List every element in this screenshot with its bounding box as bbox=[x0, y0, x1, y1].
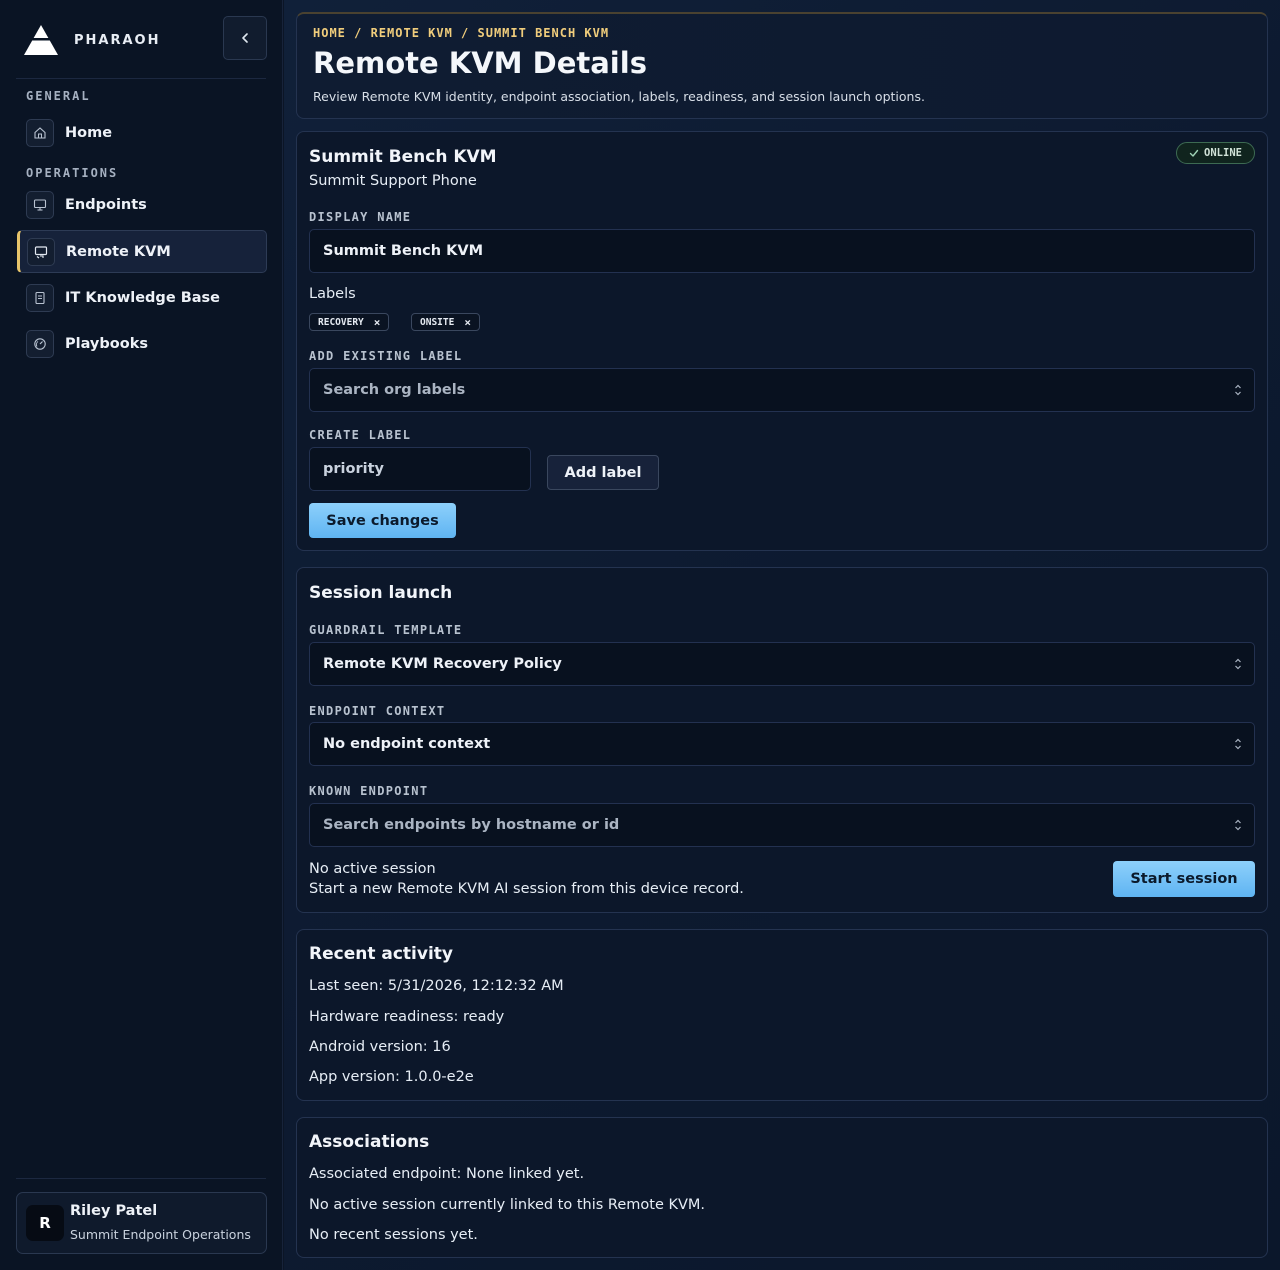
label-chip-text: RECOVERY bbox=[318, 316, 364, 328]
home-icon bbox=[26, 118, 54, 147]
add-label-button[interactable]: Add label bbox=[547, 455, 659, 490]
display-name-label: DISPLAY NAME bbox=[309, 210, 412, 224]
check-icon bbox=[1189, 148, 1199, 158]
association-active-session: No active session currently linked to th… bbox=[309, 1197, 706, 1213]
save-changes-button[interactable]: Save changes bbox=[309, 503, 456, 538]
book-icon bbox=[26, 283, 54, 312]
guardrail-template-label: GUARDRAIL TEMPLATE bbox=[309, 623, 463, 637]
remove-label-icon[interactable]: × bbox=[464, 316, 471, 329]
association-endpoint: Associated endpoint: None linked yet. bbox=[309, 1166, 585, 1182]
associations-title: Associations bbox=[309, 1132, 430, 1152]
session-description: Start a new Remote KVM AI session from t… bbox=[309, 881, 744, 897]
sidebar-item-label: Home bbox=[65, 124, 113, 141]
recent-activity-title: Recent activity bbox=[309, 944, 453, 964]
association-recent-sessions: No recent sessions yet. bbox=[309, 1227, 478, 1243]
sidebar-item-home[interactable]: Home bbox=[17, 111, 267, 154]
page-subtitle: Review Remote KVM identity, endpoint ass… bbox=[313, 89, 925, 104]
select-placeholder: Search org labels bbox=[323, 382, 466, 398]
sidebar-item-it-knowledge-base[interactable]: IT Knowledge Base bbox=[17, 276, 267, 319]
user-org: Summit Endpoint Operations bbox=[70, 1227, 251, 1242]
device-subtitle: Summit Support Phone bbox=[309, 173, 477, 189]
gauge-icon bbox=[26, 329, 54, 358]
collapse-sidebar-button[interactable] bbox=[223, 16, 267, 60]
section-label-operations: OPERATIONS bbox=[26, 166, 119, 180]
sidebar-divider bbox=[16, 1178, 266, 1179]
activity-app-version: App version: 1.0.0-e2e bbox=[309, 1069, 474, 1085]
pyramid-logo-icon bbox=[22, 22, 60, 58]
select-arrows-icon bbox=[1234, 818, 1242, 836]
user-card[interactable]: R Riley Patel Summit Endpoint Operations bbox=[16, 1192, 267, 1254]
select-arrows-icon bbox=[1234, 737, 1242, 755]
add-existing-label-select[interactable]: Search org labels bbox=[309, 368, 1255, 412]
main-content: HOME / REMOTE KVM / SUMMIT BENCH KVM Rem… bbox=[284, 0, 1280, 1270]
sidebar-item-label: Remote KVM bbox=[66, 243, 171, 260]
create-label-label: CREATE LABEL bbox=[309, 428, 412, 442]
user-name: Riley Patel bbox=[70, 1203, 158, 1219]
section-label-general: GENERAL bbox=[26, 89, 91, 103]
select-arrows-icon bbox=[1234, 383, 1242, 401]
sidebar-item-playbooks[interactable]: Playbooks bbox=[17, 322, 267, 365]
brand[interactable]: PHARAOH bbox=[22, 20, 160, 60]
label-chip-text: ONSITE bbox=[420, 316, 455, 328]
select-placeholder: Search endpoints by hostname or id bbox=[323, 817, 620, 833]
endpoint-context-select[interactable]: No endpoint context bbox=[309, 722, 1255, 766]
guardrail-template-select[interactable]: Remote KVM Recovery Policy bbox=[309, 642, 1255, 686]
sidebar-item-label: Playbooks bbox=[65, 335, 148, 352]
sidebar: PHARAOH GENERAL Home OPERATIONS Endpoint… bbox=[0, 0, 283, 1270]
chevron-left-icon bbox=[239, 29, 251, 48]
label-chip-onsite: ONSITE × bbox=[411, 313, 480, 331]
add-existing-label-label: ADD EXISTING LABEL bbox=[309, 349, 463, 363]
session-status: No active session bbox=[309, 861, 436, 877]
brand-name: PHARAOH bbox=[74, 32, 161, 48]
status-badge-label: ONLINE bbox=[1204, 147, 1242, 159]
sidebar-item-endpoints[interactable]: Endpoints bbox=[17, 183, 267, 226]
device-card: Summit Bench KVM Summit Support Phone ON… bbox=[296, 131, 1268, 551]
activity-android-version: Android version: 16 bbox=[309, 1039, 451, 1055]
sidebar-item-label: IT Knowledge Base bbox=[65, 289, 220, 306]
select-value: No endpoint context bbox=[323, 736, 491, 752]
associations-card: Associations Associated endpoint: None l… bbox=[296, 1117, 1268, 1258]
activity-last-seen: Last seen: 5/31/2026, 12:12:32 AM bbox=[309, 978, 564, 994]
remove-label-icon[interactable]: × bbox=[374, 316, 381, 329]
session-title: Session launch bbox=[309, 583, 453, 603]
page-header: HOME / REMOTE KVM / SUMMIT BENCH KVM Rem… bbox=[296, 12, 1268, 119]
select-value: Remote KVM Recovery Policy bbox=[323, 656, 562, 672]
label-chip-recovery: RECOVERY × bbox=[309, 313, 390, 331]
remote-screen-icon bbox=[27, 237, 55, 266]
labels-heading: Labels bbox=[309, 286, 356, 302]
select-arrows-icon bbox=[1234, 657, 1242, 675]
sidebar-item-remote-kvm[interactable]: Remote KVM bbox=[17, 230, 267, 273]
endpoint-context-label: ENDPOINT CONTEXT bbox=[309, 704, 446, 718]
known-endpoint-select[interactable]: Search endpoints by hostname or id bbox=[309, 803, 1255, 847]
activity-hardware-readiness: Hardware readiness: ready bbox=[309, 1009, 505, 1025]
monitor-icon bbox=[26, 190, 54, 219]
breadcrumb[interactable]: HOME / REMOTE KVM / SUMMIT BENCH KVM bbox=[313, 26, 609, 40]
create-label-input[interactable]: priority bbox=[309, 447, 531, 491]
avatar: R bbox=[26, 1205, 64, 1241]
start-session-button[interactable]: Start session bbox=[1113, 861, 1255, 897]
known-endpoint-label: KNOWN ENDPOINT bbox=[309, 784, 429, 798]
sidebar-item-label: Endpoints bbox=[65, 196, 147, 213]
status-badge: ONLINE bbox=[1176, 142, 1255, 164]
session-launch-card: Session launch GUARDRAIL TEMPLATE Remote… bbox=[296, 567, 1268, 913]
sidebar-divider bbox=[16, 78, 266, 79]
display-name-input[interactable]: Summit Bench KVM bbox=[309, 229, 1255, 273]
recent-activity-card: Recent activity Last seen: 5/31/2026, 12… bbox=[296, 929, 1268, 1101]
page-title: Remote KVM Details bbox=[313, 46, 647, 80]
device-name: Summit Bench KVM bbox=[309, 147, 497, 167]
